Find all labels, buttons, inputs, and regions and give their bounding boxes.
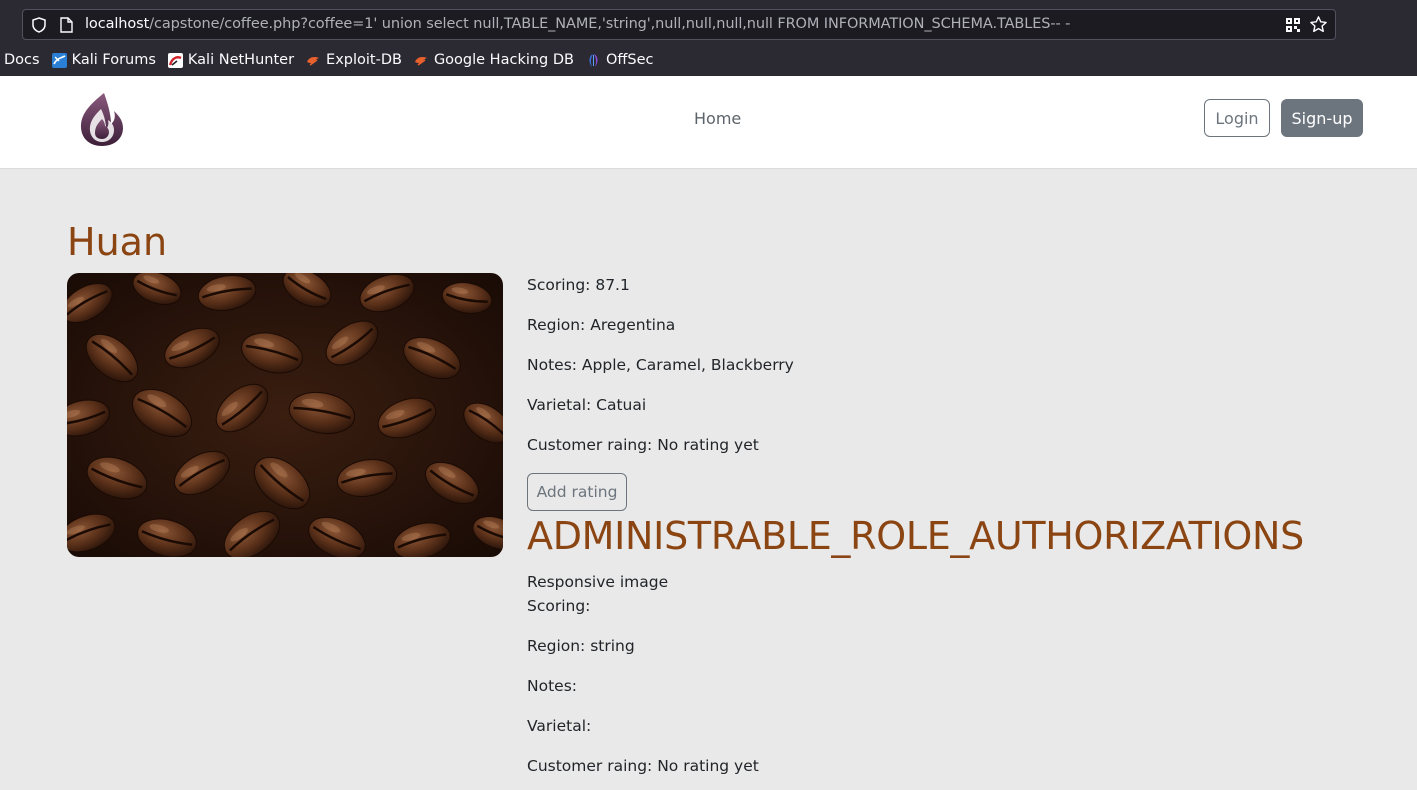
kali-nethunter-icon xyxy=(167,52,183,68)
bookmark-docs[interactable]: Docs xyxy=(4,52,40,68)
ghdb-icon xyxy=(414,56,427,66)
add-rating-button[interactable]: Add rating xyxy=(527,473,627,511)
coffee-customer-rating: Customer raing: No rating yet xyxy=(527,436,759,454)
injected-varietal: Varietal: xyxy=(527,717,592,735)
bookmark-star-icon[interactable] xyxy=(1309,15,1328,34)
broken-image-alt-text: Responsive image xyxy=(527,573,669,591)
coffee-region: Region: Aregentina xyxy=(527,316,676,334)
address-bar[interactable]: localhost/capstone/coffee.php?coffee=1' … xyxy=(22,9,1336,40)
signup-button[interactable]: Sign-up xyxy=(1281,99,1363,137)
qr-code-icon[interactable] xyxy=(1285,17,1301,33)
login-button[interactable]: Login xyxy=(1204,99,1270,137)
bookmark-label: OffSec xyxy=(605,52,654,68)
coffee-title: Huan xyxy=(67,220,168,264)
bookmarks-bar: Docs Kali Forums Kali NetHunter Exploit-… xyxy=(0,47,666,73)
injected-table-name-title: ADMINISTRABLE_ROLE_AUTHORIZATIONS xyxy=(527,514,1304,558)
offsec-icon xyxy=(589,53,598,67)
kali-forums-icon xyxy=(51,52,67,68)
coffee-scoring: Scoring: 87.1 xyxy=(527,276,630,294)
exploit-db-icon xyxy=(307,56,320,66)
nav-home-link[interactable]: Home xyxy=(694,109,741,128)
coffee-beans-image xyxy=(67,273,503,557)
injected-notes: Notes: xyxy=(527,677,577,695)
page-icon xyxy=(60,17,73,33)
injected-region: Region: string xyxy=(527,637,635,655)
coffee-varietal: Varietal: Catuai xyxy=(527,396,647,414)
bookmark-label: Google Hacking DB xyxy=(433,52,574,68)
bookmark-label: Kali NetHunter xyxy=(187,52,295,68)
coffee-notes: Notes: Apple, Caramel, Blackberry xyxy=(527,356,794,374)
shield-icon[interactable] xyxy=(32,17,46,33)
injected-customer-rating: Customer raing: No rating yet xyxy=(527,757,759,775)
bookmark-kali-forums[interactable]: Kali Forums xyxy=(51,52,156,68)
browser-chrome: localhost/capstone/coffee.php?coffee=1' … xyxy=(0,0,1417,76)
coffee-beans-picture xyxy=(67,273,503,557)
url-path: /capstone/coffee.php?coffee=1' union sel… xyxy=(149,16,1071,32)
url-host: localhost xyxy=(85,16,150,32)
bookmark-offsec[interactable]: OffSec xyxy=(586,52,654,68)
site-header: Home Login Sign-up xyxy=(0,76,1417,169)
bookmark-kali-nethunter[interactable]: Kali NetHunter xyxy=(167,52,295,68)
bookmark-label: Docs xyxy=(4,52,40,68)
site-logo-icon[interactable] xyxy=(78,91,126,147)
bookmark-ghdb[interactable]: Google Hacking DB xyxy=(414,52,574,68)
bookmark-exploit-db[interactable]: Exploit-DB xyxy=(306,52,402,68)
bookmark-label: Exploit-DB xyxy=(326,52,402,68)
url-text[interactable]: localhost/capstone/coffee.php?coffee=1' … xyxy=(85,16,1070,32)
bookmark-label: Kali Forums xyxy=(71,52,156,68)
injected-scoring: Scoring: xyxy=(527,597,591,615)
